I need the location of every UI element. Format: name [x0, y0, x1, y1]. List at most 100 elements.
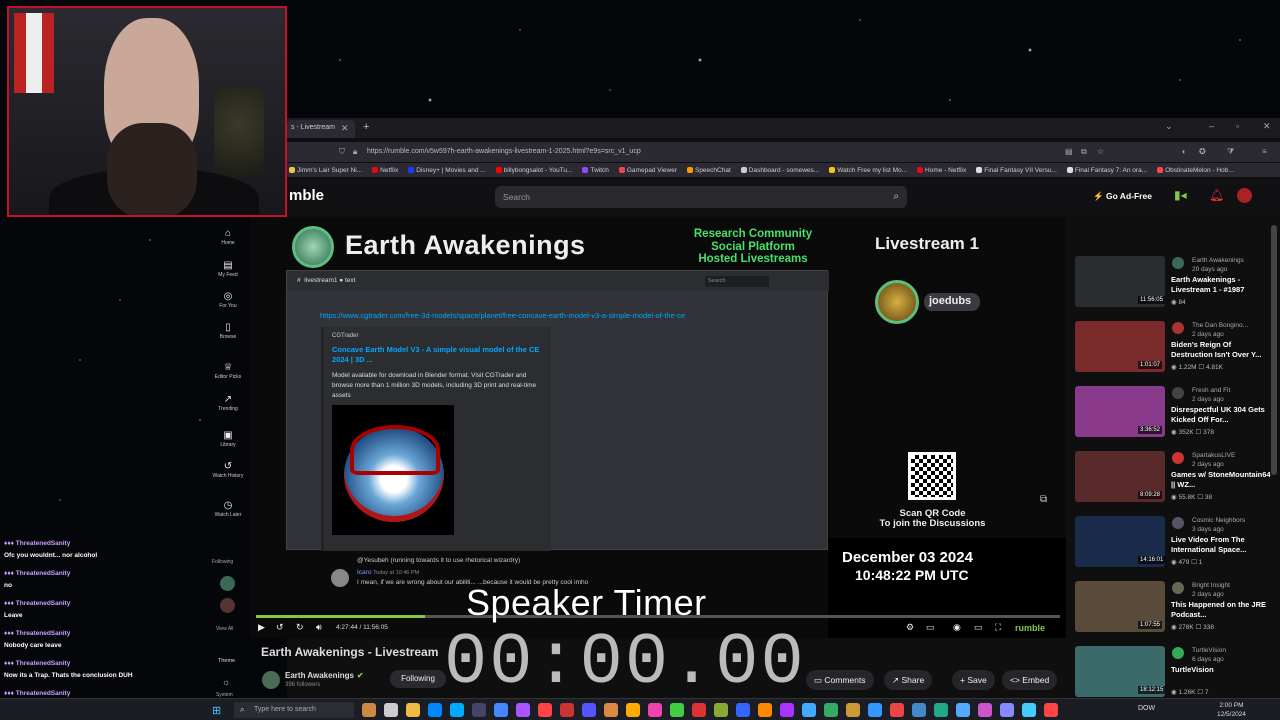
taskbar-app-icon[interactable]	[978, 703, 992, 717]
taskbar-app-icon[interactable]	[648, 703, 662, 717]
extension-icon[interactable]: ✪	[1199, 147, 1206, 156]
channel-name[interactable]: SpartakusLIVE	[1192, 452, 1235, 459]
related-video-item[interactable]: 8:09:28 SpartakusLIVE 2 days ago Games w…	[1075, 451, 1271, 515]
forward-icon[interactable]: ↻	[296, 622, 304, 633]
screenshot-icon[interactable]: ⧉	[1081, 147, 1087, 157]
related-video-item[interactable]: 14:16:01 Cosmic Neighbors 3 days ago Liv…	[1075, 516, 1270, 580]
following-avatar-1[interactable]	[220, 576, 235, 591]
video-title[interactable]: Earth Awakenings - Livestream 1 - #1987	[1171, 275, 1271, 294]
taskbar-app-icon[interactable]	[560, 703, 574, 717]
tab-list-icon[interactable]: ⌄	[1165, 121, 1173, 132]
system-clock[interactable]: 2:00 PM 12/5/2024	[1217, 701, 1246, 719]
nav-item-editor-picks[interactable]: ♕ Editor Picks	[207, 362, 249, 380]
bookmark-item[interactable]: Disney+ | Movies and ...	[408, 163, 486, 177]
nav-item-my-feed[interactable]: ▤ My Feed	[207, 260, 249, 278]
channel-avatar[interactable]	[1172, 257, 1184, 269]
taskbar-app-icon[interactable]	[912, 703, 926, 717]
bookmark-item[interactable]: ObstinateMelon - Hob...	[1157, 163, 1234, 177]
channel-name[interactable]: The Dan Bongino...	[1192, 322, 1248, 329]
bookmark-item[interactable]: Twitch	[582, 163, 609, 177]
go-ad-free-button[interactable]: ⚡ Go Ad-Free	[1093, 191, 1152, 202]
video-thumbnail[interactable]: 14:16:01	[1075, 516, 1166, 567]
following-button[interactable]: Following	[390, 670, 446, 688]
search-input[interactable]: Search ⌕	[495, 186, 907, 208]
taskbar-app-icon[interactable]	[714, 703, 728, 717]
menu-icon[interactable]: ≡	[1262, 147, 1267, 156]
bookmark-item[interactable]: Final Fantasy VII Versu...	[976, 163, 1057, 177]
video-thumbnail[interactable]: 1:01:07	[1075, 321, 1165, 372]
related-video-item[interactable]: 11:56:05 Earth Awakenings 20 days ago Ea…	[1075, 256, 1270, 320]
video-thumbnail[interactable]: 3:36:52	[1075, 386, 1165, 437]
taskbar-app-icon[interactable]	[868, 703, 882, 717]
close-window-icon[interactable]: ✕	[1263, 121, 1271, 132]
taskbar-app-icon[interactable]	[802, 703, 816, 717]
following-avatar-2[interactable]	[220, 598, 235, 613]
taskbar-app-icon[interactable]	[956, 703, 970, 717]
video-thumbnail[interactable]: 18:12:15	[1075, 646, 1166, 697]
channel-avatar[interactable]	[1172, 647, 1184, 659]
channel-avatar[interactable]	[262, 671, 280, 689]
chat-username[interactable]: ♦♦♦ ThreatenedSanity	[4, 690, 70, 697]
taskbar-app-icon[interactable]	[472, 703, 486, 717]
taskbar-app-icon[interactable]	[406, 703, 420, 717]
taskbar-app-icon[interactable]	[758, 703, 772, 717]
taskbar-app-icon[interactable]	[538, 703, 552, 717]
video-title[interactable]: Disrespectful UK 304 Gets Kicked Off For…	[1171, 405, 1271, 424]
taskbar-app-icon[interactable]	[846, 703, 860, 717]
bookmark-item[interactable]: Gamepad Viewer	[618, 163, 677, 177]
nav-item-browse[interactable]: ▯ Browse	[207, 322, 249, 340]
related-video-item[interactable]: 1:07:55 Bright Insight 2 days ago This H…	[1075, 581, 1270, 645]
taskbar-app-icon[interactable]	[428, 703, 442, 717]
windows-start-icon[interactable]: ⊞	[212, 704, 221, 717]
taskbar-app-icon[interactable]	[1022, 703, 1036, 717]
upload-icon[interactable]: ▮◂	[1174, 188, 1187, 202]
maximize-icon[interactable]: ▫	[1236, 121, 1239, 131]
taskbar-search-input[interactable]: ⌕ Type here to search	[234, 702, 354, 718]
url-text[interactable]: https://rumble.com/v5w597h-earth-awakeni…	[367, 148, 641, 155]
video-player[interactable]: Earth Awakenings Research Community Soci…	[250, 218, 1066, 638]
bookmark-item[interactable]: Final Fantasy 7: An ora...	[1066, 163, 1147, 177]
taskbar-app-icon[interactable]	[890, 703, 904, 717]
pocket-icon[interactable]: ◖	[1181, 147, 1186, 156]
scrollbar[interactable]	[1271, 225, 1277, 475]
taskbar-app-icon[interactable]	[582, 703, 596, 717]
fullscreen-icon[interactable]: ⛶	[995, 622, 1001, 633]
volume-icon[interactable]: 🔊︎	[316, 622, 322, 633]
taskbar-app-icon[interactable]	[384, 703, 398, 717]
channel-avatar[interactable]	[1172, 322, 1184, 334]
bookmark-item[interactable]: SpeechChat	[686, 163, 731, 177]
video-title[interactable]: Games w/ StoneMountain64 || WZ...	[1171, 470, 1271, 489]
channel-name[interactable]: Fresh and Fit	[1192, 387, 1230, 394]
nav-item-for-you[interactable]: ◎ For You	[207, 291, 249, 309]
share-button[interactable]: ↗ Share	[884, 670, 933, 690]
tab-active[interactable]: s - Livestream ✕	[287, 120, 355, 138]
video-title[interactable]: This Happened on the JRE Podcast...	[1171, 600, 1271, 619]
popout-icon[interactable]: ⧉	[1040, 494, 1047, 505]
miniplayer-icon[interactable]: ◉	[953, 622, 961, 633]
channel-avatar[interactable]	[1172, 582, 1184, 594]
channel-name[interactable]: TurtleVision	[1192, 647, 1226, 654]
avatar[interactable]	[1237, 188, 1252, 203]
taskbar-app-icon[interactable]	[450, 703, 464, 717]
video-title[interactable]: Live Video From The International Space.…	[1171, 535, 1271, 554]
new-tab-icon[interactable]: +	[363, 121, 369, 133]
lock-icon[interactable]: 🔒︎	[353, 147, 357, 157]
bell-icon[interactable]: 🔔︎	[1209, 188, 1224, 202]
related-video-item[interactable]: 1:01:07 The Dan Bongino... 2 days ago Bi…	[1075, 321, 1270, 385]
taskbar-app-icon[interactable]	[1044, 703, 1058, 717]
bookmark-item[interactable]: Dashboard - somewes...	[740, 163, 819, 177]
captions-icon[interactable]: ▭	[926, 622, 935, 633]
bookmark-item[interactable]: Netflix	[372, 163, 398, 177]
close-tab-icon[interactable]: ✕	[341, 123, 349, 134]
bookmark-item[interactable]: Jimm's Lair Super Ni...	[289, 163, 362, 177]
taskbar-app-icon[interactable]	[494, 703, 508, 717]
taskbar-app-icon[interactable]	[780, 703, 794, 717]
nav-item-library[interactable]: ▣ Library	[207, 430, 249, 448]
channel-name[interactable]: Earth Awakenings	[1192, 257, 1244, 264]
reader-icon[interactable]: ▤	[1065, 147, 1073, 156]
taskbar-app-icon[interactable]	[362, 703, 376, 717]
chat-username[interactable]: ♦♦♦ ThreatenedSanity	[4, 570, 70, 577]
video-thumbnail[interactable]: 11:56:05	[1075, 256, 1165, 307]
embed-button[interactable]: <> Embed	[1002, 670, 1058, 690]
chat-username[interactable]: ♦♦♦ ThreatenedSanity	[4, 600, 70, 607]
